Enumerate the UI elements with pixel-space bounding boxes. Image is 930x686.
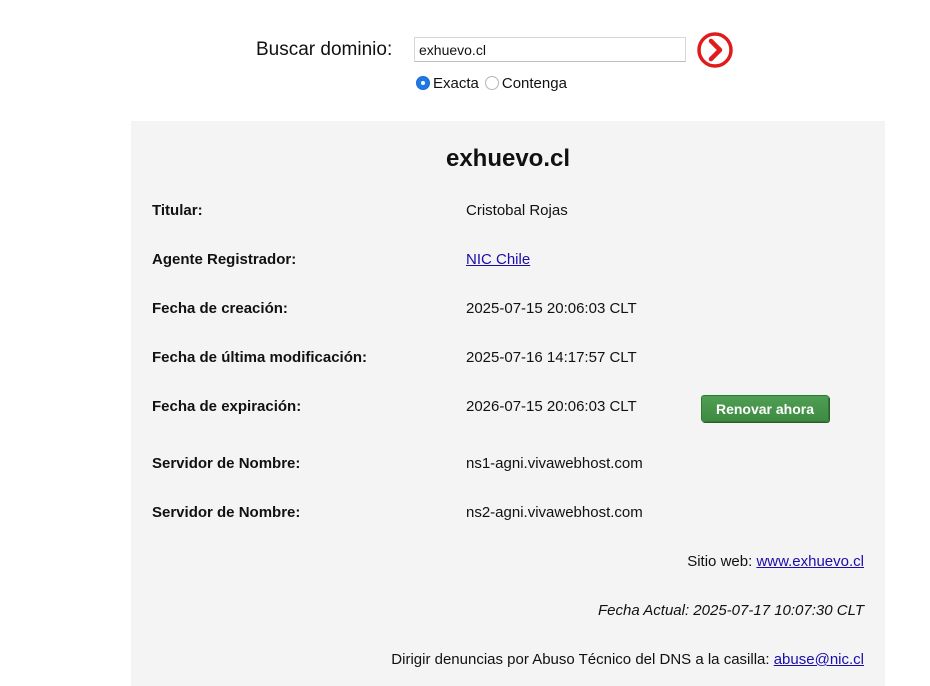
match-type-options: Exacta Contenga (416, 74, 573, 92)
search-label: Buscar dominio: (256, 39, 393, 60)
registrar-link[interactable]: NIC Chile (466, 250, 530, 270)
circle-chevron-right-icon (697, 32, 733, 68)
domain-search-input[interactable] (414, 37, 686, 62)
domain-title: exhuevo.cl (445, 145, 571, 172)
creation-date-value: 2025-07-15 20:06:03 CLT (466, 300, 637, 317)
radio-exact[interactable]: Exacta (416, 75, 479, 92)
radio-contains[interactable]: Contenga (484, 74, 567, 92)
search-bar: Buscar dominio: Exacta Contenga (0, 0, 930, 120)
nameserver-2-label: Servidor de Nombre: (152, 504, 301, 521)
nameserver-1-label: Servidor de Nombre: (152, 455, 301, 472)
holder-label: Titular: (152, 202, 203, 219)
nameserver-2-value: ns2-agni.vivawebhost.com (466, 504, 643, 521)
registrar-label: Agente Registrador: (152, 251, 297, 268)
website-line: Sitio web: www.exhuevo.cl (687, 552, 864, 572)
abuse-text: Dirigir denuncias por Abuso Técnico del … (391, 651, 770, 668)
radio-unselected-icon[interactable] (484, 76, 499, 90)
search-go-button[interactable] (696, 31, 734, 69)
website-link[interactable]: www.exhuevo.cl (756, 553, 864, 570)
expiration-date-label: Fecha de expiración: (152, 398, 302, 415)
radio-contains-label: Contenga (501, 74, 567, 92)
radio-selected-icon[interactable] (416, 76, 430, 90)
abuse-email-link[interactable]: abuse@nic.cl (774, 651, 864, 668)
modified-date-label: Fecha de última modificación: (152, 349, 368, 366)
abuse-line: Dirigir denuncias por Abuso Técnico del … (391, 650, 864, 670)
nameserver-1-value: ns1-agni.vivawebhost.com (466, 455, 643, 472)
renew-now-button[interactable]: Renovar ahora (701, 395, 829, 422)
website-label: Sitio web: (687, 553, 753, 570)
expiration-date-value: 2026-07-15 20:06:03 CLT (466, 398, 637, 415)
holder-value: Cristobal Rojas (466, 202, 568, 219)
whois-result-panel: exhuevo.cl Titular: Cristobal Rojas Agen… (131, 121, 885, 686)
current-date: Fecha Actual: 2025-07-17 10:07:30 CLT (597, 602, 864, 619)
modified-date-value: 2025-07-16 14:17:57 CLT (466, 349, 637, 366)
radio-exact-label: Exacta (433, 74, 479, 92)
creation-date-label: Fecha de creación: (152, 300, 288, 317)
